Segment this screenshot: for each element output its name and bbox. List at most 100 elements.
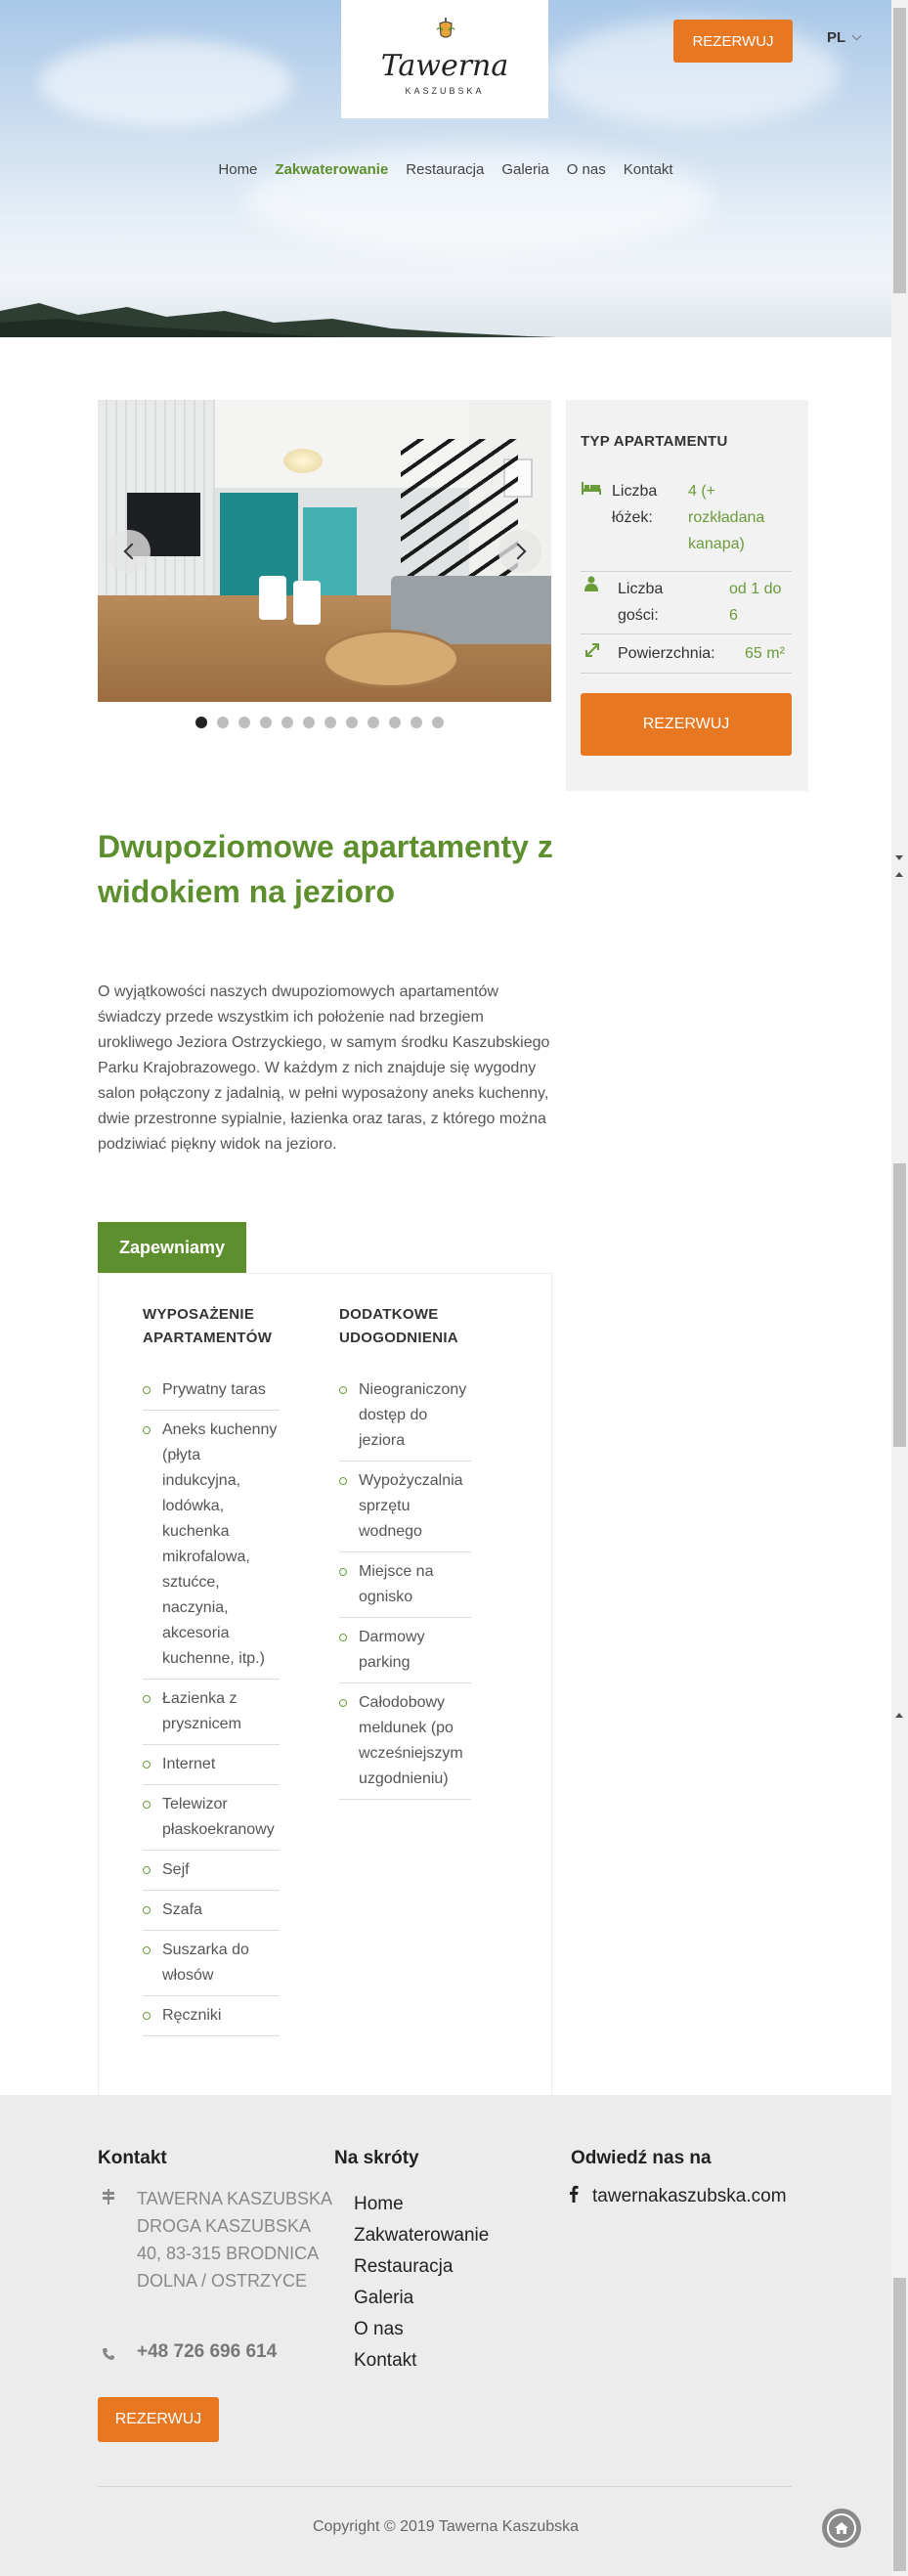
- facebook-link[interactable]: tawernakaszubska.com: [569, 2185, 787, 2208]
- nav-galeria[interactable]: Galeria: [501, 161, 548, 178]
- nav-zakwaterowanie[interactable]: Zakwaterowanie: [275, 161, 388, 178]
- scrollbar-thumb[interactable]: [893, 2278, 906, 2571]
- extras-column-title: DODATKOWE UDOGODNIENIA: [339, 1306, 458, 1346]
- language-label: PL: [827, 29, 846, 46]
- footer-visit-title: Odwiedź nas na: [571, 2148, 712, 2168]
- slider-dot[interactable]: [195, 717, 207, 728]
- scroll-to-top-button[interactable]: [822, 2509, 861, 2548]
- slider-dot[interactable]: [411, 717, 422, 728]
- footer-link-kontakt[interactable]: Kontakt: [354, 2345, 489, 2377]
- list-item: Suszarka do włosów: [143, 1931, 280, 1996]
- photo-chair: [293, 581, 321, 625]
- chevron-down-icon: [851, 30, 862, 41]
- info-value: 65 m²: [745, 645, 785, 662]
- chevron-left-icon: [123, 543, 140, 560]
- apartment-photo-slider[interactable]: [98, 400, 551, 702]
- slider-dot[interactable]: [346, 717, 358, 728]
- nav-home[interactable]: Home: [218, 161, 257, 178]
- forest-treeline: [0, 303, 557, 337]
- apartment-info-box: TYP APARTAMENTU Liczba łóżek: 4 (+ rozkł…: [566, 400, 808, 791]
- footer-link-restauracja[interactable]: Restauracja: [354, 2251, 489, 2283]
- info-label: Liczba gości:: [618, 581, 664, 624]
- tab-zapewniamy[interactable]: Zapewniamy: [98, 1222, 246, 1273]
- copyright: Copyright © 2019 Tawerna Kaszubska: [312, 2518, 580, 2535]
- amenities-column-title: WYPOSAŻENIE APARTAMENTÓW: [143, 1306, 273, 1346]
- main-nav: Home Zakwaterowanie Restauracja Galeria …: [0, 161, 891, 178]
- slider-dot[interactable]: [368, 717, 379, 728]
- slider-dot[interactable]: [324, 717, 336, 728]
- slider-dot[interactable]: [238, 717, 250, 728]
- hero-banner: Tawerna KASZUBSKA REZERWUJ PL Home Zakwa…: [0, 0, 891, 337]
- list-item: Sejf: [143, 1851, 280, 1891]
- scroll-up-arrow[interactable]: [895, 855, 903, 860]
- nav-kontakt[interactable]: Kontakt: [624, 161, 673, 178]
- apartment-description: O wyjątkowości naszych dwupoziomowych ap…: [98, 983, 550, 1153]
- list-item: Miejsce na ognisko: [339, 1552, 471, 1618]
- nav-o-nas[interactable]: O nas: [567, 161, 606, 178]
- photo-chandelier: [283, 449, 323, 473]
- photo-chair: [259, 576, 286, 620]
- resize-icon: [584, 642, 608, 663]
- bed-icon: [581, 480, 604, 501]
- slider-dot[interactable]: [432, 717, 444, 728]
- info-label: Liczba łóżek:: [612, 483, 658, 526]
- list-item: Ręczniki: [143, 1996, 280, 2036]
- slider-dot[interactable]: [260, 717, 272, 728]
- logo[interactable]: Tawerna KASZUBSKA: [341, 0, 548, 118]
- reserve-button-header[interactable]: REZERWUJ: [673, 20, 793, 63]
- tab-panel: WYPOSAŻENIE APARTAMENTÓW Prywatny taras …: [98, 1273, 552, 2095]
- facebook-link-text: tawernakaszubska.com: [592, 2186, 787, 2206]
- footer-link-zakwaterowanie[interactable]: Zakwaterowanie: [354, 2220, 489, 2251]
- lantern-icon: [436, 18, 455, 38]
- list-item: Łazienka z prysznicem: [143, 1680, 280, 1745]
- footer-address: TAWERNA KASZUBSKA DROGA KASZUBSKA 40, 83…: [137, 2189, 332, 2291]
- footer-link-galeria[interactable]: Galeria: [354, 2283, 489, 2314]
- page-title: Dwupoziomowe apartamenty z widokiem na j…: [98, 829, 553, 909]
- scroll-up-arrow[interactable]: [895, 872, 903, 877]
- info-title: TYP APARTAMENTU: [581, 433, 728, 450]
- footer-link-home[interactable]: Home: [354, 2189, 489, 2220]
- person-icon: [584, 576, 608, 596]
- slider-dots: [195, 717, 444, 728]
- reserve-button-footer[interactable]: REZERWUJ: [98, 2397, 219, 2442]
- list-item: Prywatny taras: [143, 1371, 280, 1411]
- facebook-icon: [569, 2185, 579, 2208]
- info-value: od 1 do 6: [729, 581, 782, 624]
- reserve-button-info[interactable]: REZERWUJ: [581, 693, 792, 756]
- footer-divider: [98, 2486, 792, 2487]
- phone-icon: [102, 2346, 115, 2365]
- info-row-area: Powierzchnia: 65 m²: [581, 634, 792, 674]
- info-row-beds: Liczba łóżek: 4 (+ rozkładana kanapa): [581, 478, 792, 572]
- scroll-up-arrow[interactable]: [895, 1713, 903, 1718]
- info-row-guests: Liczba gości: od 1 do 6: [581, 572, 792, 634]
- footer-phone[interactable]: +48 726 696 614: [137, 2341, 277, 2363]
- info-label: Powierzchnia:: [618, 645, 715, 662]
- slider-dot[interactable]: [217, 717, 229, 728]
- footer-link-o-nas[interactable]: O nas: [354, 2314, 489, 2345]
- language-selector[interactable]: PL: [827, 29, 862, 46]
- scrollbar-thumb[interactable]: [893, 1163, 906, 1447]
- info-value: 4 (+ rozkładana kanapa): [688, 483, 765, 552]
- list-item: Nieograniczony dostęp do jeziora: [339, 1371, 471, 1462]
- logo-subtitle: KASZUBSKA: [405, 86, 485, 96]
- footer-shortcuts-title: Na skróty: [334, 2148, 419, 2168]
- photo-table: [323, 630, 459, 688]
- list-item: Internet: [143, 1745, 280, 1785]
- footer-nav: Home Zakwaterowanie Restauracja Galeria …: [354, 2189, 489, 2377]
- list-item: Telewizor płaskoekranowy: [143, 1785, 280, 1851]
- slider-next-button[interactable]: [498, 530, 541, 573]
- road-sign-icon: [102, 2189, 115, 2208]
- list-item: Całodobowy meldunek (po wcześniejszym uz…: [339, 1683, 471, 1800]
- list-item: Szafa: [143, 1891, 280, 1931]
- slider-dot[interactable]: [281, 717, 293, 728]
- footer-contact-title: Kontakt: [98, 2148, 167, 2168]
- chevron-right-icon: [509, 543, 526, 560]
- nav-restauracja[interactable]: Restauracja: [406, 161, 484, 178]
- slider-dot[interactable]: [389, 717, 401, 728]
- slider-prev-button[interactable]: [108, 530, 151, 573]
- scrollbar-thumb[interactable]: [893, 8, 906, 293]
- amenities-list: Prywatny taras Aneks kuchenny (płyta ind…: [143, 1371, 280, 2036]
- slider-dot[interactable]: [303, 717, 315, 728]
- extras-list: Nieograniczony dostęp do jeziora Wypożyc…: [339, 1371, 471, 1800]
- footer: Kontakt TAWERNA KASZUBSKA DROGA KASZUBSK…: [0, 2095, 891, 2576]
